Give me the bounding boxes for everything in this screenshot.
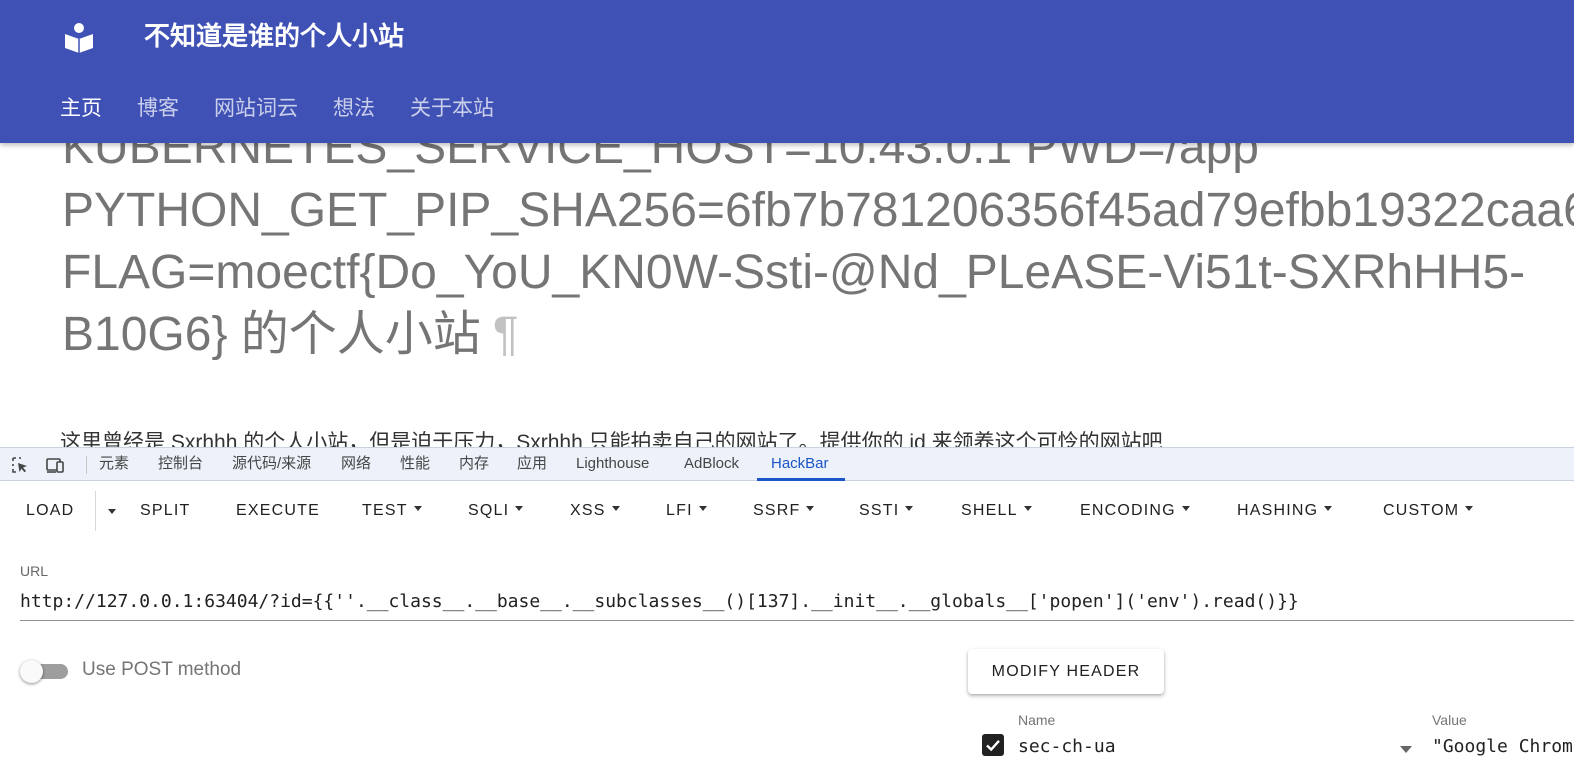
load-button[interactable]: LOAD bbox=[26, 499, 74, 523]
tab-sources[interactable]: 源代码/来源 bbox=[232, 448, 311, 481]
site-description: 这里曾经是 Sxrhhh 的个人小站，但是迫于压力，Sxrhhh 只能拍卖自己的… bbox=[60, 431, 1163, 447]
tab-adblock[interactable]: AdBlock bbox=[684, 448, 739, 481]
ssti-menu-label: SSTI bbox=[859, 502, 900, 519]
nav-item-blog[interactable]: 博客 bbox=[137, 92, 179, 126]
chevron-down-icon bbox=[698, 506, 707, 512]
hero-title-line: PYTHON_GET_PIP_SHA256=6fb7b781206356f45a… bbox=[62, 184, 1574, 237]
hashing-menu-label: HASHING bbox=[1237, 502, 1319, 519]
chevron-down-icon bbox=[806, 506, 815, 512]
hackbar-panel: LOAD SPLIT EXECUTE TEST SQLI XSS LFI SSR… bbox=[0, 481, 1574, 767]
device-toolbar-icon[interactable] bbox=[45, 455, 65, 475]
nav-item-about[interactable]: 关于本站 bbox=[410, 92, 494, 126]
execute-button[interactable]: EXECUTE bbox=[236, 499, 320, 523]
chevron-down-icon bbox=[413, 506, 422, 512]
site-header: 不知道是谁的个人小站 主页 博客 网站词云 想法 关于本站 bbox=[0, 0, 1574, 143]
tab-application[interactable]: 应用 bbox=[517, 448, 547, 481]
nav-item-wordcloud[interactable]: 网站词云 bbox=[214, 92, 298, 126]
hashing-menu-button[interactable]: HASHING bbox=[1237, 499, 1333, 523]
hero-title-text: B10G6} 的个人小站 bbox=[62, 308, 481, 361]
test-menu-button[interactable]: TEST bbox=[362, 499, 422, 523]
toolbar-divider bbox=[86, 456, 87, 474]
hero-title-line: FLAG=moectf{Do_YoU_KN0W-Ssti-@Nd_PLeASE-… bbox=[62, 246, 1526, 299]
ssrf-menu-button[interactable]: SSRF bbox=[753, 499, 815, 523]
tab-network[interactable]: 网络 bbox=[341, 448, 371, 481]
header-name-input[interactable]: sec-ch-ua bbox=[1018, 736, 1404, 757]
header-value-column-label: Value bbox=[1432, 712, 1467, 728]
site-title[interactable]: 不知道是谁的个人小站 bbox=[144, 18, 404, 54]
chevron-down-icon bbox=[611, 506, 620, 512]
heading-anchor-pilcrow[interactable]: ¶ bbox=[493, 308, 519, 361]
tab-lighthouse[interactable]: Lighthouse bbox=[576, 448, 649, 481]
hero-title-line-last: B10G6} 的个人小站 ¶ bbox=[62, 304, 519, 366]
chevron-down-icon bbox=[1465, 506, 1474, 512]
split-button[interactable]: SPLIT bbox=[140, 499, 190, 523]
load-split-divider bbox=[95, 491, 96, 531]
browser-viewport: KUBERNETES_SERVICE_HOST=10.43.0.1 PWD=/a… bbox=[0, 0, 1574, 767]
chevron-down-icon bbox=[905, 506, 914, 512]
url-field-label: URL bbox=[20, 563, 49, 579]
post-method-toggle[interactable] bbox=[20, 660, 68, 683]
header-name-dropdown-icon[interactable] bbox=[1400, 746, 1412, 753]
devtools-tab-bar: 元素 控制台 源代码/来源 网络 性能 内存 应用 Lighthouse AdB… bbox=[0, 447, 1574, 481]
inspect-element-icon[interactable] bbox=[10, 455, 30, 475]
ssrf-menu-label: SSRF bbox=[753, 502, 801, 519]
sqli-menu-button[interactable]: SQLI bbox=[468, 499, 524, 523]
tab-memory[interactable]: 内存 bbox=[459, 448, 489, 481]
url-input[interactable]: http://127.0.0.1:63404/?id={{''.__class_… bbox=[20, 585, 1574, 621]
test-menu-label: TEST bbox=[362, 502, 408, 519]
tab-elements[interactable]: 元素 bbox=[99, 448, 129, 481]
tab-console[interactable]: 控制台 bbox=[158, 448, 203, 481]
lfi-menu-button[interactable]: LFI bbox=[666, 499, 707, 523]
post-method-label: Use POST method bbox=[82, 659, 242, 680]
xss-menu-button[interactable]: XSS bbox=[570, 499, 620, 523]
lfi-menu-label: LFI bbox=[666, 502, 693, 519]
modify-header-button[interactable]: MODIFY HEADER bbox=[968, 649, 1164, 694]
custom-menu-button[interactable]: CUSTOM bbox=[1383, 499, 1474, 523]
chevron-down-icon bbox=[515, 506, 524, 512]
sqli-menu-label: SQLI bbox=[468, 502, 510, 519]
header-name-column-label: Name bbox=[1018, 712, 1056, 728]
shell-menu-label: SHELL bbox=[961, 502, 1018, 519]
book-reader-icon[interactable] bbox=[62, 20, 96, 54]
chevron-down-icon bbox=[1324, 506, 1333, 512]
tab-hackbar[interactable]: HackBar bbox=[771, 448, 829, 481]
nav-item-thoughts[interactable]: 想法 bbox=[333, 92, 375, 126]
ssti-menu-button[interactable]: SSTI bbox=[859, 499, 914, 523]
encoding-menu-button[interactable]: ENCODING bbox=[1080, 499, 1190, 523]
shell-menu-button[interactable]: SHELL bbox=[961, 499, 1032, 523]
toggle-thumb bbox=[20, 660, 43, 683]
custom-menu-label: CUSTOM bbox=[1383, 502, 1460, 519]
checkmark-icon bbox=[986, 739, 1000, 752]
header-enabled-checkbox[interactable] bbox=[982, 734, 1004, 756]
header-value-input[interactable]: "Google Chrome" bbox=[1432, 736, 1574, 757]
site-nav: 主页 博客 网站词云 想法 关于本站 bbox=[60, 92, 529, 126]
chevron-down-icon bbox=[1023, 506, 1032, 512]
xss-menu-label: XSS bbox=[570, 502, 606, 519]
encoding-menu-label: ENCODING bbox=[1080, 502, 1176, 519]
chevron-down-icon bbox=[1181, 506, 1190, 512]
tab-performance[interactable]: 性能 bbox=[400, 448, 430, 481]
load-options-caret-icon[interactable] bbox=[108, 509, 116, 514]
nav-item-home[interactable]: 主页 bbox=[60, 92, 102, 126]
